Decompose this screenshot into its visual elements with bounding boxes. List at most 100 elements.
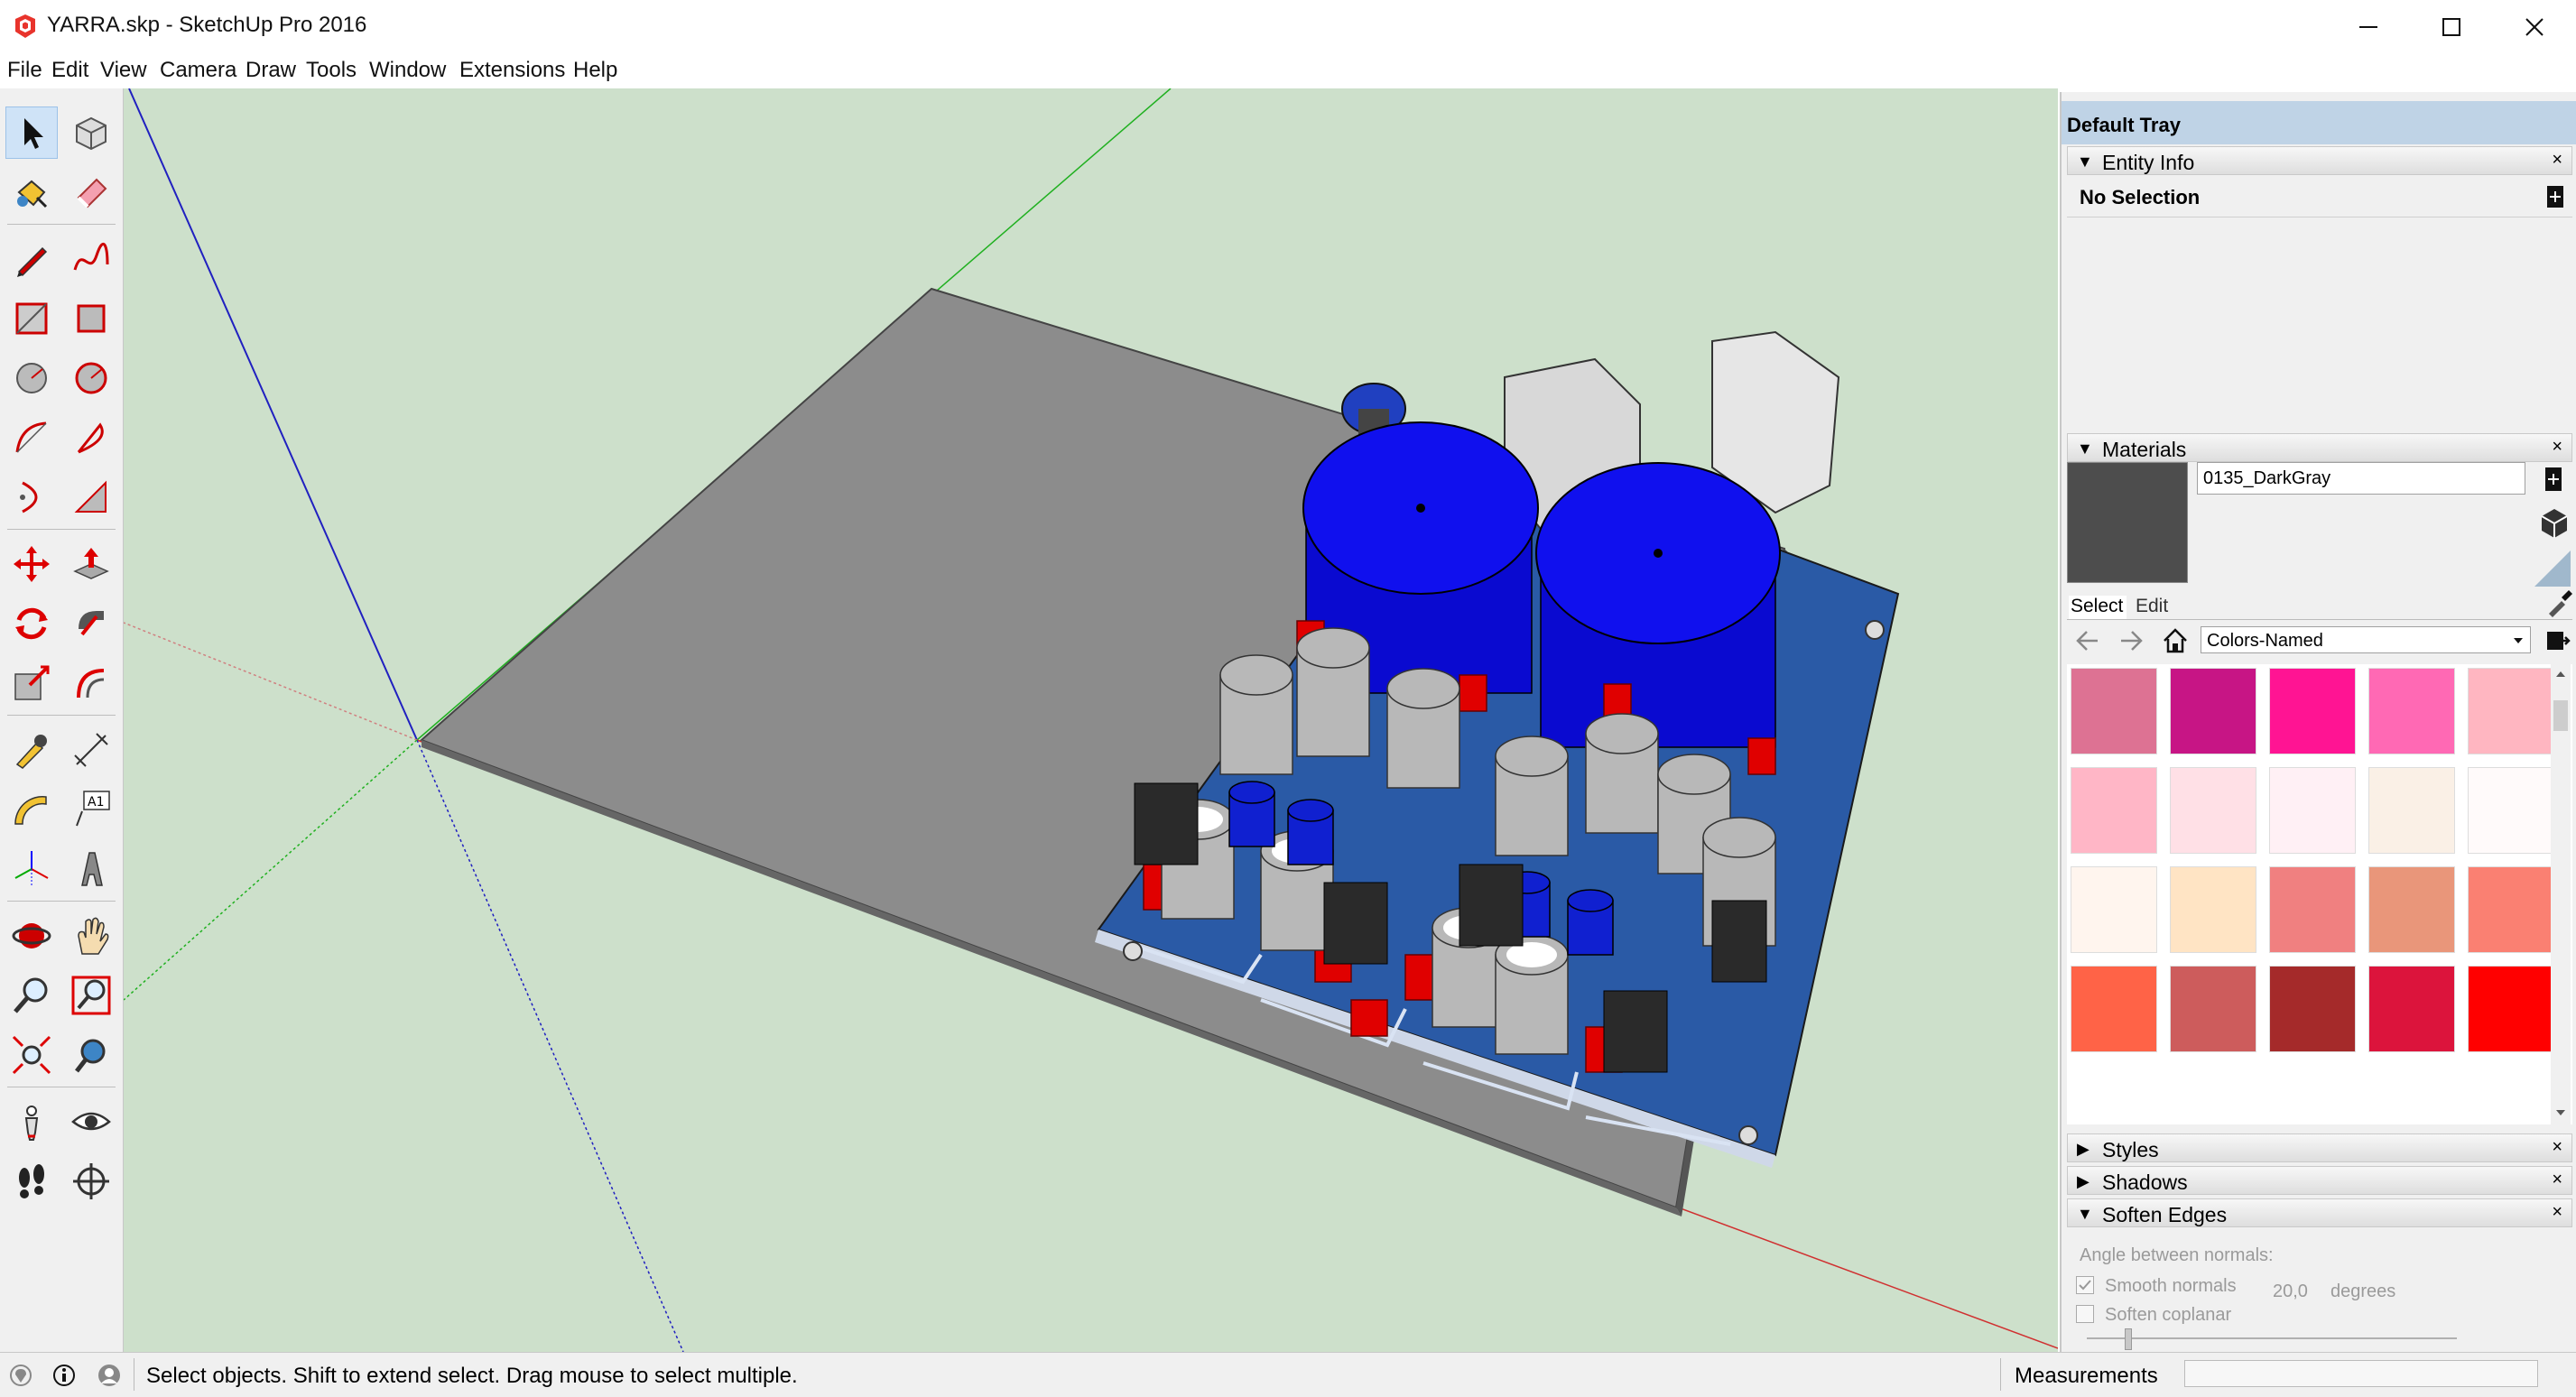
- zoom-tool-button[interactable]: [5, 969, 58, 1022]
- previous-view-button[interactable]: [65, 1029, 117, 1081]
- text-tool-button[interactable]: A1: [65, 783, 117, 836]
- material-swatch[interactable]: [2468, 767, 2554, 854]
- menu-camera[interactable]: Camera: [160, 58, 236, 83]
- close-panel-icon[interactable]: ×: [2552, 150, 2562, 171]
- entity-info-header[interactable]: ▼ Entity Info ×: [2067, 146, 2572, 175]
- scrollbar-thumb[interactable]: [2553, 700, 2568, 731]
- menu-window[interactable]: Window: [369, 58, 446, 83]
- tape-measure-button[interactable]: [5, 724, 58, 776]
- tab-select[interactable]: Select: [2069, 596, 2127, 619]
- geo-location-icon[interactable]: [9, 1364, 32, 1387]
- material-swatch[interactable]: [2170, 767, 2256, 854]
- material-swatch[interactable]: [2170, 668, 2256, 754]
- tab-edit[interactable]: Edit: [2136, 596, 2168, 617]
- material-swatch[interactable]: [2368, 866, 2455, 953]
- material-swatch[interactable]: [2468, 966, 2554, 1052]
- rectangle-tool-button[interactable]: [5, 292, 58, 345]
- arc-tool-button[interactable]: [5, 412, 58, 464]
- smooth-normals-checkbox[interactable]: [2076, 1276, 2094, 1294]
- close-panel-icon[interactable]: ×: [2552, 1170, 2562, 1190]
- menu-file[interactable]: File: [7, 58, 42, 83]
- angle-slider-thumb[interactable]: [2125, 1328, 2132, 1350]
- home-icon[interactable]: [2161, 626, 2190, 655]
- material-swatch[interactable]: [2071, 966, 2157, 1052]
- close-panel-icon[interactable]: ×: [2552, 1137, 2562, 1158]
- eyedropper-icon[interactable]: [2545, 590, 2572, 617]
- material-swatch[interactable]: [2071, 866, 2157, 953]
- menu-edit[interactable]: Edit: [51, 58, 88, 83]
- follow-me-button[interactable]: [65, 597, 117, 650]
- polygon-tool-button[interactable]: [65, 352, 117, 404]
- forward-arrow-icon[interactable]: [2117, 628, 2145, 653]
- offset-tool-button[interactable]: [65, 657, 117, 709]
- menu-help[interactable]: Help: [573, 58, 617, 83]
- menu-tools[interactable]: Tools: [306, 58, 357, 83]
- close-button[interactable]: [2493, 0, 2576, 54]
- freehand-tool-button[interactable]: [65, 233, 117, 285]
- sample-paint-triangle-icon[interactable]: [2533, 549, 2572, 588]
- credits-info-icon[interactable]: [52, 1364, 76, 1387]
- model-viewport[interactable]: [124, 88, 2058, 1352]
- rotate-tool-button[interactable]: [5, 597, 58, 650]
- material-swatch[interactable]: [2368, 668, 2455, 754]
- menu-view[interactable]: View: [100, 58, 147, 83]
- material-swatch[interactable]: [2071, 767, 2157, 854]
- select-tool-button[interactable]: [5, 106, 58, 159]
- look-around-button[interactable]: [65, 1096, 117, 1148]
- push-pull-button[interactable]: [65, 538, 117, 590]
- back-arrow-icon[interactable]: [2074, 628, 2101, 653]
- material-swatch[interactable]: [2468, 668, 2554, 754]
- circle-tool-button[interactable]: [5, 352, 58, 404]
- details-arrow-icon[interactable]: [2545, 628, 2571, 653]
- axes-tool-button[interactable]: [5, 843, 58, 895]
- menu-draw[interactable]: Draw: [246, 58, 296, 83]
- user-account-icon[interactable]: [97, 1364, 121, 1387]
- close-panel-icon[interactable]: ×: [2552, 437, 2562, 458]
- position-camera-button[interactable]: [5, 1096, 58, 1148]
- shadows-header[interactable]: ▶ Shadows ×: [2067, 1166, 2572, 1195]
- material-preview-swatch[interactable]: [2067, 462, 2188, 583]
- maximize-button[interactable]: [2410, 0, 2493, 54]
- minimize-button[interactable]: [2327, 0, 2410, 54]
- material-cube-icon[interactable]: [2536, 505, 2571, 540]
- library-dropdown[interactable]: Colors-Named: [2201, 626, 2531, 653]
- protractor-button[interactable]: [5, 783, 58, 836]
- line-tool-button[interactable]: [5, 233, 58, 285]
- material-swatch[interactable]: [2468, 866, 2554, 953]
- two-point-arc-button[interactable]: [5, 471, 58, 523]
- soften-edges-header[interactable]: ▼ Soften Edges ×: [2067, 1198, 2572, 1227]
- move-tool-button[interactable]: [5, 538, 58, 590]
- measurements-input[interactable]: [2184, 1360, 2538, 1387]
- materials-header[interactable]: ▼ Materials ×: [2067, 433, 2572, 462]
- pan-tool-button[interactable]: [65, 910, 117, 962]
- material-swatch[interactable]: [2269, 866, 2356, 953]
- scroll-up-icon[interactable]: [2554, 670, 2567, 679]
- soften-coplanar-checkbox[interactable]: [2076, 1305, 2094, 1323]
- create-material-icon[interactable]: [2544, 466, 2563, 493]
- scroll-down-icon[interactable]: [2554, 1108, 2567, 1117]
- styles-header[interactable]: ▶ Styles ×: [2067, 1133, 2572, 1162]
- 3d-text-button[interactable]: [65, 843, 117, 895]
- material-name-field[interactable]: 0135_DarkGray: [2197, 462, 2525, 495]
- eraser-button[interactable]: [65, 166, 117, 218]
- zoom-window-button[interactable]: [65, 969, 117, 1022]
- menu-extensions[interactable]: Extensions: [459, 58, 565, 83]
- material-swatch[interactable]: [2071, 668, 2157, 754]
- material-swatch[interactable]: [2170, 866, 2256, 953]
- section-plane-button[interactable]: [65, 1155, 117, 1207]
- rotated-rectangle-button[interactable]: [65, 292, 117, 345]
- scale-tool-button[interactable]: [5, 657, 58, 709]
- material-swatch[interactable]: [2269, 668, 2356, 754]
- details-toggle-icon[interactable]: [2545, 184, 2565, 209]
- material-swatch[interactable]: [2368, 767, 2455, 854]
- material-swatch[interactable]: [2170, 966, 2256, 1052]
- swatch-scrollbar[interactable]: [2551, 664, 2571, 1124]
- zoom-extents-button[interactable]: [5, 1029, 58, 1081]
- paint-bucket-button[interactable]: [5, 166, 58, 218]
- angle-slider-track[interactable]: [2087, 1337, 2457, 1339]
- close-panel-icon[interactable]: ×: [2552, 1202, 2562, 1223]
- material-swatch[interactable]: [2368, 966, 2455, 1052]
- material-swatch[interactable]: [2269, 767, 2356, 854]
- make-component-button[interactable]: [65, 106, 117, 159]
- walk-tool-button[interactable]: [5, 1155, 58, 1207]
